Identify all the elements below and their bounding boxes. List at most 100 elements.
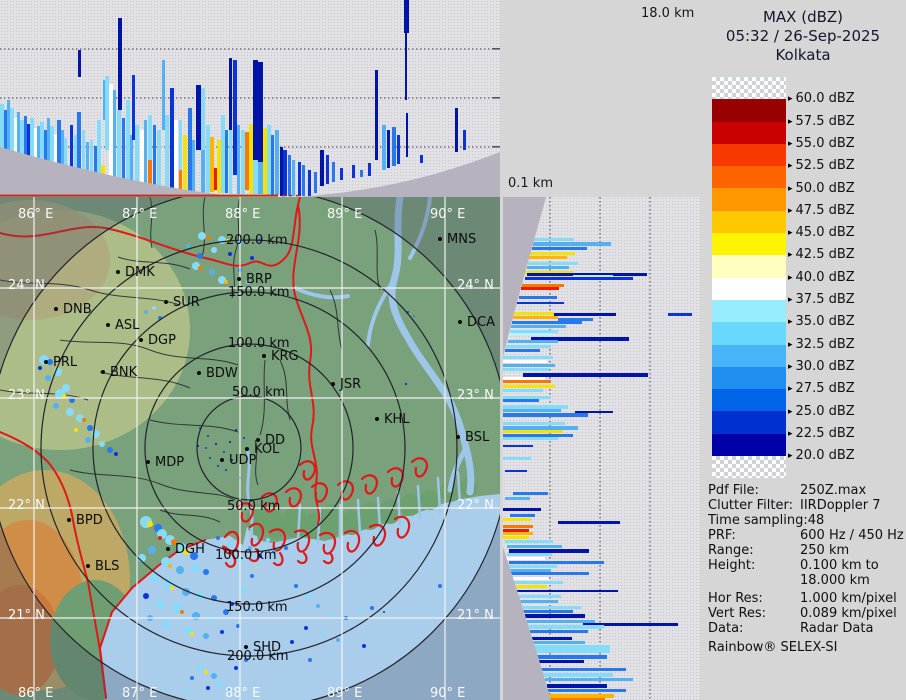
info-label: Clutter Filter:	[708, 498, 793, 513]
echo-column	[179, 120, 182, 170]
colorbar-swatch	[712, 121, 786, 144]
echo-row	[511, 325, 566, 328]
echo-cell	[205, 447, 207, 449]
lat-label: 22° N	[8, 498, 45, 513]
echo-row	[507, 553, 552, 556]
station-label: DMK	[125, 265, 155, 280]
echo-row	[503, 422, 565, 425]
echo-column	[308, 170, 311, 196]
echo-cell	[305, 593, 311, 599]
echo-cell	[186, 244, 190, 248]
tick-arrow-icon: ▸	[788, 295, 793, 305]
top-profile-canvas	[0, 0, 500, 197]
echo-row	[503, 396, 551, 399]
station-label: DNB	[63, 302, 92, 317]
info-value: 18.000 km	[800, 573, 870, 588]
echo-column	[406, 113, 408, 157]
colorbar-tick-label: ▸ 22.5 dBZ	[788, 425, 855, 441]
echo-cell	[206, 236, 210, 240]
echo-row	[527, 266, 569, 269]
station-label: BDW	[206, 366, 238, 381]
echo-cell	[38, 366, 42, 370]
echo-cell	[383, 611, 385, 613]
echo-row	[532, 247, 587, 250]
echo-column	[263, 128, 267, 194]
echo-column	[375, 70, 378, 160]
info-label: PRF:	[708, 528, 736, 543]
ring-distance-label: 150.0 km	[226, 600, 288, 615]
colorbar-tick-label: ▸ 37.5 dBZ	[788, 292, 855, 307]
colorbar-tick-label: ▸ 60.0 dBZ	[788, 91, 855, 107]
echo-column	[206, 125, 210, 193]
echo-row	[503, 532, 533, 535]
tick-arrow-icon: ▸	[788, 183, 793, 194]
top-profile-echoes	[0, 0, 500, 196]
echo-row	[503, 518, 531, 521]
echo-row	[512, 321, 582, 324]
lat-label: 21° N	[8, 608, 45, 623]
echo-cell	[290, 640, 294, 644]
echo-cell	[143, 593, 149, 599]
info-row: Vert Res: 0.089 km/pixel	[708, 606, 904, 621]
echo-row	[503, 385, 555, 388]
ring-distance-label: 50.0 km	[232, 385, 285, 400]
echo-row	[503, 430, 563, 433]
station-marker	[237, 277, 241, 281]
echo-column	[217, 140, 221, 193]
right-profile-panel[interactable]	[503, 197, 700, 700]
echo-cell	[266, 538, 270, 542]
colorbar-swatch	[712, 210, 786, 234]
echo-cell	[304, 626, 308, 630]
echo-row	[505, 557, 545, 560]
echo-row	[525, 614, 585, 618]
echo-column	[404, 0, 409, 33]
echo-cell	[220, 630, 224, 634]
echo-column	[271, 135, 274, 195]
colorbar-tick-label: ▸ 42.5 dBZ	[788, 247, 855, 263]
echo-column	[314, 172, 317, 193]
echo-row	[558, 318, 593, 321]
echo-column	[113, 90, 116, 188]
echo-row	[510, 514, 535, 517]
echo-row	[509, 549, 589, 553]
echo-cell	[316, 604, 320, 608]
echo-column	[283, 150, 287, 196]
info-value: Radar Data	[800, 621, 874, 636]
echo-row	[503, 380, 551, 383]
colorbar-swatch	[712, 299, 786, 323]
echo-row	[547, 684, 607, 688]
echo-row	[513, 590, 618, 592]
echo-row	[509, 569, 551, 572]
echo-cell	[370, 606, 374, 610]
echo-row	[503, 360, 547, 363]
product-station: Kolkata	[775, 46, 831, 64]
info-value: 0.089 km/pixel	[800, 606, 897, 621]
echo-cell	[192, 612, 200, 620]
station-marker	[331, 382, 335, 386]
echo-column	[148, 115, 152, 160]
echo-cell	[85, 437, 91, 443]
tick-arrow-icon: ▸	[788, 116, 793, 127]
echo-row	[507, 545, 562, 548]
tick-arrow-icon: ▸	[788, 94, 793, 105]
map-panel[interactable]: 86° E 87° E 88° E 89° E 90° E 86° E 87° E 88° E…	[0, 187, 510, 700]
colorbar-swatch	[712, 99, 786, 122]
station-marker	[86, 564, 90, 568]
echo-cell	[66, 408, 74, 416]
echo-cell	[320, 632, 324, 636]
echo-row	[503, 405, 568, 409]
station-label: MDP	[155, 455, 184, 470]
lon-label: 89° E	[327, 686, 362, 700]
echo-column	[157, 130, 161, 191]
echo-cell	[53, 403, 59, 409]
lat-label: 23° N	[8, 388, 45, 403]
echo-row	[503, 413, 588, 417]
top-profile-panel[interactable]	[0, 0, 500, 197]
echo-column	[183, 135, 187, 192]
echo-cell	[176, 566, 184, 574]
echo-column	[360, 170, 363, 177]
tick-arrow-icon: ▸	[788, 138, 793, 149]
echo-cell	[209, 457, 211, 459]
echo-column	[188, 108, 192, 192]
echo-row	[510, 330, 558, 333]
